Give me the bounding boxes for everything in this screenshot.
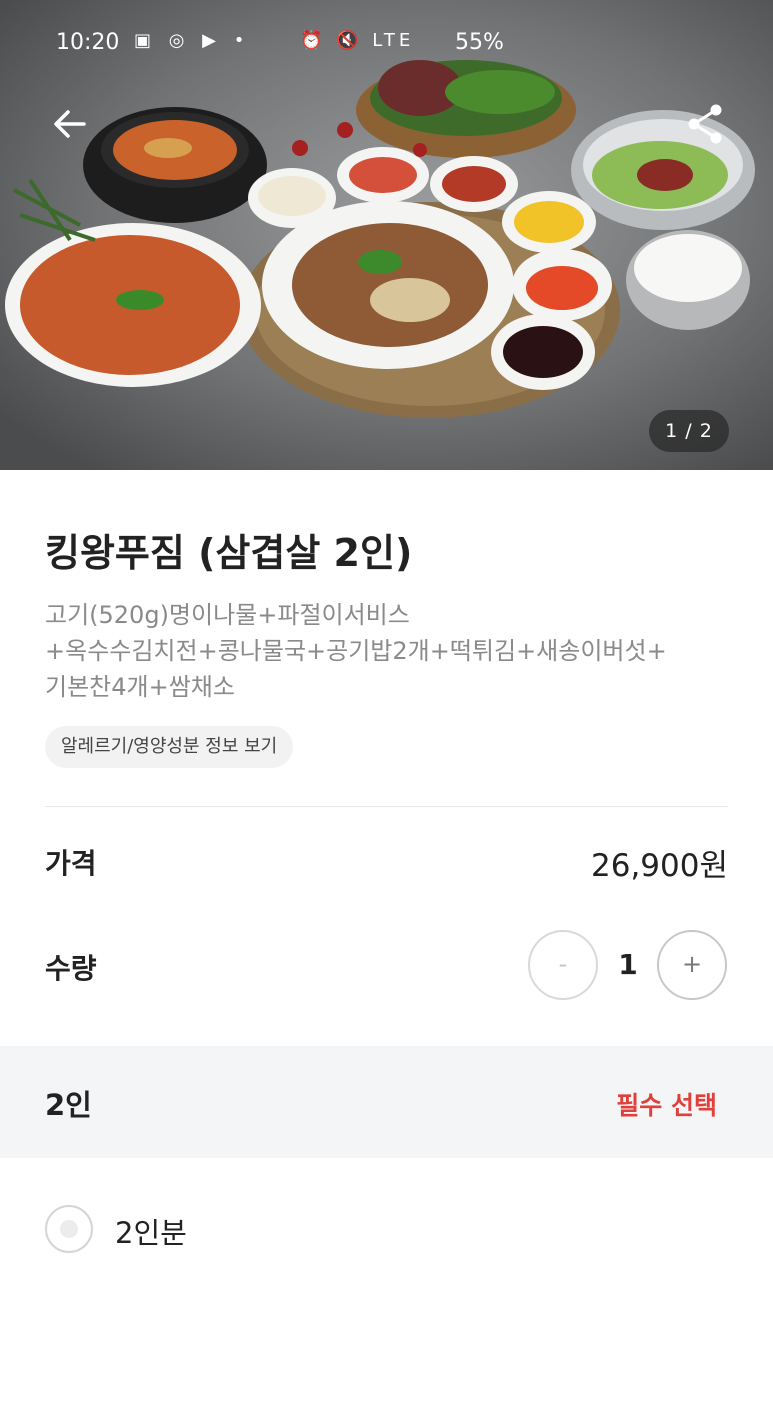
option-radio-2인분[interactable]: [45, 1205, 93, 1253]
decrease-quantity-button[interactable]: -: [528, 930, 598, 1000]
allergy-info-button[interactable]: 알레르기/영양성분 정보 보기: [45, 726, 294, 768]
status-time: 10:20: [56, 30, 120, 55]
product-description: 고기(520g)명이나물+파절이서비스 +옥수수김치전+콩나물국+공기밥2개+떡…: [45, 597, 745, 705]
option-label[interactable]: 2인분: [115, 1210, 187, 1252]
share-icon: [688, 104, 722, 144]
divider: [45, 806, 728, 807]
price-value: 26,900원: [591, 848, 728, 884]
option-group-header: 2인 필수 선택: [0, 1046, 773, 1158]
system-icons: ⏰ 🔇 LTE: [300, 30, 415, 51]
share-button[interactable]: [684, 102, 728, 146]
food-photo-illustration: [0, 0, 773, 470]
price-label: 가격: [45, 847, 97, 880]
required-badge: 필수 선택: [616, 1091, 717, 1120]
product-photo[interactable]: 10:20 ▣ ◎ ▶ • ⏰ 🔇 LTE 55% 1 / 2: [0, 0, 773, 470]
battery-level: 55%: [455, 30, 504, 55]
increase-quantity-button[interactable]: +: [657, 930, 727, 1000]
arrow-left-icon: [54, 110, 86, 138]
quantity-label: 수량: [45, 952, 97, 985]
radio-dot: [60, 1220, 78, 1238]
option-group-title: 2인: [45, 1088, 92, 1122]
quantity-value: 1: [618, 948, 638, 981]
status-bar: 10:20 ▣ ◎ ▶ • ⏰ 🔇 LTE 55%: [0, 26, 773, 62]
image-page-indicator: 1 / 2: [649, 410, 729, 452]
notification-icons: ▣ ◎ ▶ •: [134, 30, 251, 51]
back-button[interactable]: [48, 104, 92, 148]
product-title: 킹왕푸짐 (삼겹살 2인): [45, 531, 413, 575]
plus-icon: +: [681, 950, 703, 978]
network-label: LTE: [372, 30, 415, 51]
description-line: 고기(520g)명이나물+파절이서비스: [45, 601, 410, 629]
minus-icon: -: [558, 950, 568, 978]
description-line: 기본찬4개+쌈채소: [45, 673, 235, 701]
description-line: +옥수수김치전+콩나물국+공기밥2개+떡튀김+새송이버섯+: [45, 637, 667, 665]
